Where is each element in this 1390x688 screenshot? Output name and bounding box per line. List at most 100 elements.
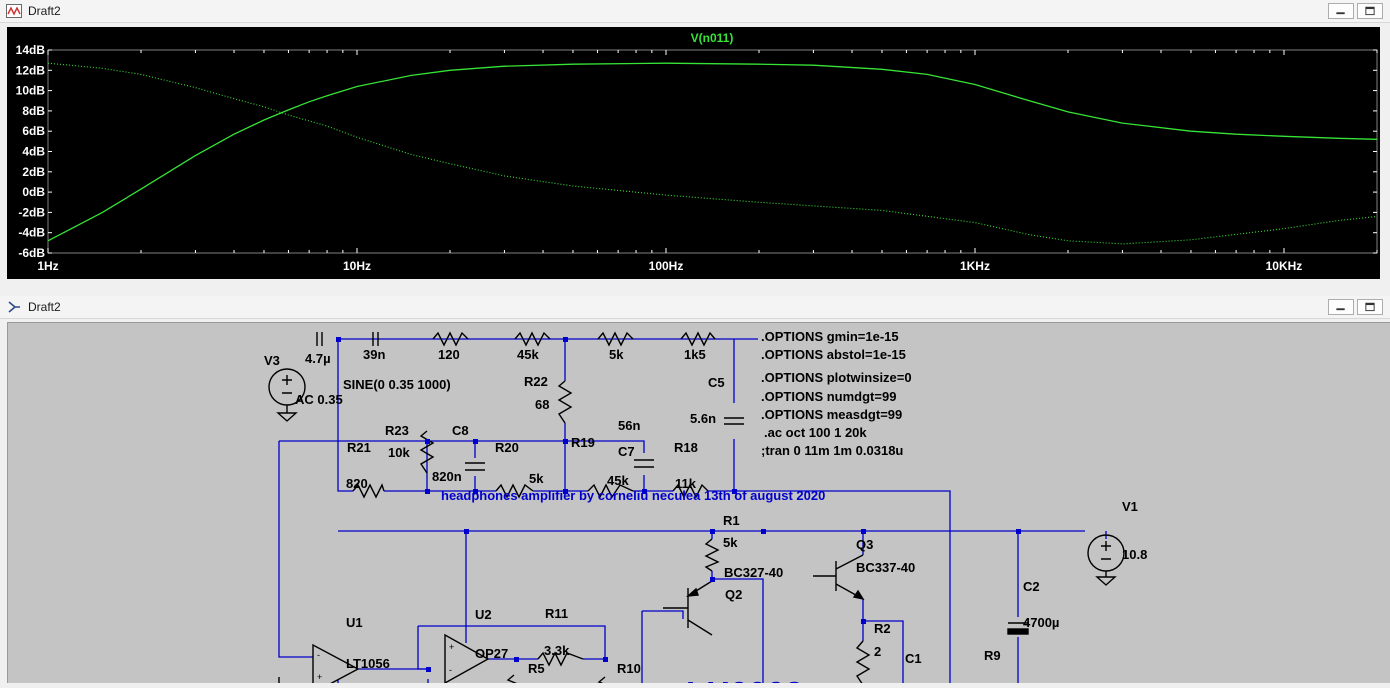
x-tick-label: 10KHz (1266, 259, 1303, 273)
plot-window-title: Draft2 (28, 4, 61, 18)
minimize-icon (1336, 12, 1345, 15)
label-v1-value: 10.8 (1122, 547, 1147, 562)
label-r20: R20 (495, 440, 519, 455)
resistor-r22[interactable] (557, 380, 573, 424)
plot-window: Draft2 14dB 12dB 10dB 8dB 6dB 4dB 2dB 0dB -2dB -4… (0, 0, 1390, 287)
label-r20-value: 5k (529, 471, 544, 486)
label-c7: C7 (618, 444, 635, 459)
label-v3: V3 (264, 353, 280, 368)
spice-directive[interactable]: .OPTIONS numdgt=99 (761, 389, 896, 404)
phase-trace (47, 62, 1378, 245)
capacitor-c5[interactable] (724, 417, 744, 425)
label-ac: AC 0.35 (295, 392, 343, 407)
y-tick-label: 14dB (16, 43, 46, 57)
resistor-r10[interactable] (597, 676, 613, 688)
schematic-window-titlebar[interactable]: Draft2 (0, 296, 1390, 319)
label-r2-value: 2 (874, 644, 881, 659)
label-c2: C2 (1023, 579, 1040, 594)
y-tick-label: -4dB (18, 226, 45, 240)
schematic-drawing: - + + - V3 4.7µ 39n 120 45k 5k 1k5 SINE(… (264, 329, 1147, 688)
spice-directive[interactable]: .OPTIONS measdgt=99 (761, 407, 902, 422)
schematic-icon (8, 301, 20, 313)
maximize-button[interactable] (1357, 3, 1383, 19)
schematic-comment[interactable]: headphones amplifier by corneliu neculea… (441, 488, 825, 503)
trace-label[interactable]: V(n011) (691, 31, 734, 45)
label-c8: C8 (452, 423, 469, 438)
label-c1: C1 (905, 651, 922, 666)
label-u1-model: LT1056 (346, 656, 390, 671)
resistor-r1[interactable] (704, 538, 720, 572)
resistor-r5[interactable] (506, 674, 522, 688)
y-tick-label: 2dB (22, 165, 45, 179)
y-tick-label: -2dB (18, 205, 45, 219)
label-r22-value: 68 (535, 397, 549, 412)
transistor-q2[interactable] (663, 580, 713, 636)
label-r19: R19 (571, 435, 595, 450)
y-tick-label: 0dB (22, 185, 45, 199)
plot-frame (47, 49, 1378, 254)
minimize-button[interactable] (1328, 3, 1354, 19)
label-c5-value: 5.6n (690, 411, 716, 426)
minimize-button[interactable] (1328, 299, 1354, 315)
label-56n: 56n (618, 418, 640, 433)
label-r21: R21 (347, 440, 371, 455)
maximize-icon (1365, 302, 1375, 312)
label-c2-value: 4700µ (1023, 615, 1059, 630)
label-c-top-2-value: 39n (363, 347, 385, 362)
big-label[interactable]: LH0002 (686, 675, 803, 688)
maximize-icon (1365, 6, 1375, 16)
label-sine: SINE(0 0.35 1000) (343, 377, 451, 392)
label-u1: U1 (346, 615, 363, 630)
label-r1: R1 (723, 513, 740, 528)
schematic-window: Draft2 - + + - V3 4.7µ 39n 120 45k 5k 1k… (0, 296, 1390, 688)
label-q2: Q2 (725, 587, 742, 602)
y-tick-label: 6dB (22, 124, 45, 138)
label-top-r-4-value: 1k5 (684, 347, 706, 362)
label-r2: R2 (874, 621, 891, 636)
label-q3-model: BC337-40 (856, 560, 915, 575)
label-r10: R10 (617, 661, 641, 676)
label-r1-value: 5k (723, 535, 738, 550)
y-tick-label: 12dB (16, 63, 46, 77)
label-c8-value: 820n (432, 469, 462, 484)
spice-directive[interactable]: ;tran 0 11m 1m 0.0318u (761, 443, 903, 458)
label-u2-model: OP27 (475, 646, 508, 661)
label-r9: R9 (984, 648, 1001, 663)
label-q3: Q3 (856, 537, 873, 552)
x-tick-label: 10Hz (343, 259, 371, 273)
spice-directive[interactable]: .OPTIONS abstol=1e-15 (761, 347, 906, 362)
voltage-source-v1[interactable] (1087, 534, 1125, 586)
svg-text:-: - (449, 665, 452, 675)
label-r5: R5 (528, 661, 545, 676)
label-c-top-1-value: 4.7µ (305, 351, 331, 366)
spice-directive[interactable]: .OPTIONS gmin=1e-15 (761, 329, 899, 344)
x-tick-label: 1Hz (37, 259, 58, 273)
schematic-window-title: Draft2 (28, 300, 61, 314)
capacitor-c8[interactable] (465, 462, 485, 471)
label-r23: R23 (385, 423, 409, 438)
plot-window-titlebar[interactable]: Draft2 (0, 0, 1390, 23)
ground-symbol (268, 677, 290, 688)
schematic-canvas[interactable]: - + + - V3 4.7µ 39n 120 45k 5k 1k5 SINE(… (7, 322, 1390, 688)
label-c5: C5 (708, 375, 725, 390)
y-tick-label: 10dB (16, 84, 46, 98)
waveform-plot-pane[interactable]: 14dB 12dB 10dB 8dB 6dB 4dB 2dB 0dB -2dB -4dB -6dB 1… (7, 27, 1380, 279)
label-u2: U2 (475, 607, 492, 622)
svg-text:-: - (317, 650, 320, 660)
x-tick-label: 1KHz (960, 259, 990, 273)
resistor-r2[interactable] (855, 640, 871, 686)
label-r18: R18 (674, 440, 698, 455)
label-r21-value: 820 (346, 476, 368, 491)
bode-plot: 14dB12dB10dB8dB6dB4dB2dB0dB-2dB-4dB-6dB1… (16, 31, 1378, 273)
spice-directive[interactable]: .ac oct 100 1 20k (764, 425, 867, 440)
minimize-icon (1336, 308, 1345, 311)
x-tick-label: 100Hz (649, 259, 684, 273)
label-top-r-2-value: 45k (517, 347, 539, 362)
capacitor-c-top-1[interactable] (316, 332, 323, 346)
maximize-button[interactable] (1357, 299, 1383, 315)
label-r22: R22 (524, 374, 548, 389)
capacitor-56n[interactable] (634, 459, 654, 468)
label-r11: R11 (545, 606, 568, 621)
spice-directive[interactable]: .OPTIONS plotwinsize=0 (761, 370, 912, 385)
label-r19-value: 45k (607, 473, 629, 488)
